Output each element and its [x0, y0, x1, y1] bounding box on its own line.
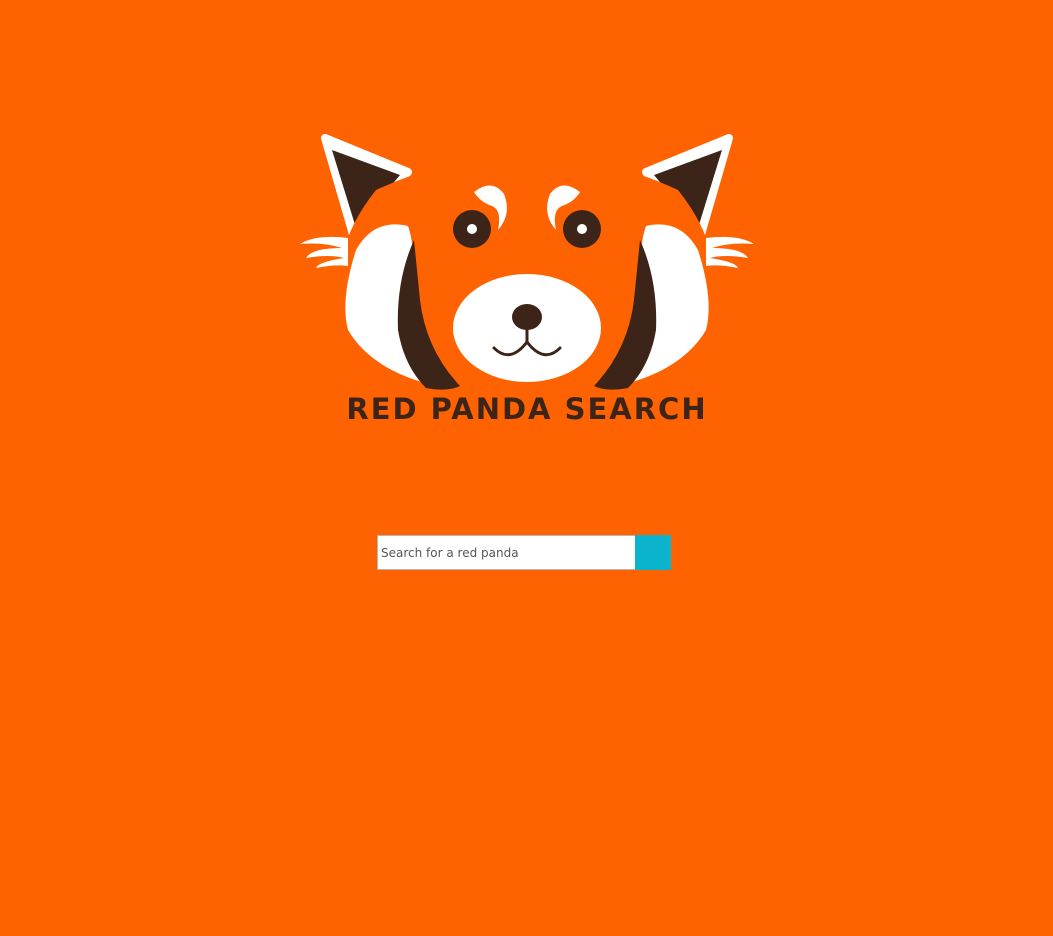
logo-wordmark: RED PANDA SEARCH	[346, 392, 707, 426]
red-panda-logo: RED PANDA SEARCH	[296, 130, 758, 430]
search-button[interactable]	[635, 535, 671, 570]
search-form	[377, 535, 671, 570]
page: RED PANDA SEARCH	[0, 0, 1053, 936]
red-panda-face-icon: RED PANDA SEARCH	[300, 134, 754, 426]
search-input[interactable]	[377, 535, 635, 570]
